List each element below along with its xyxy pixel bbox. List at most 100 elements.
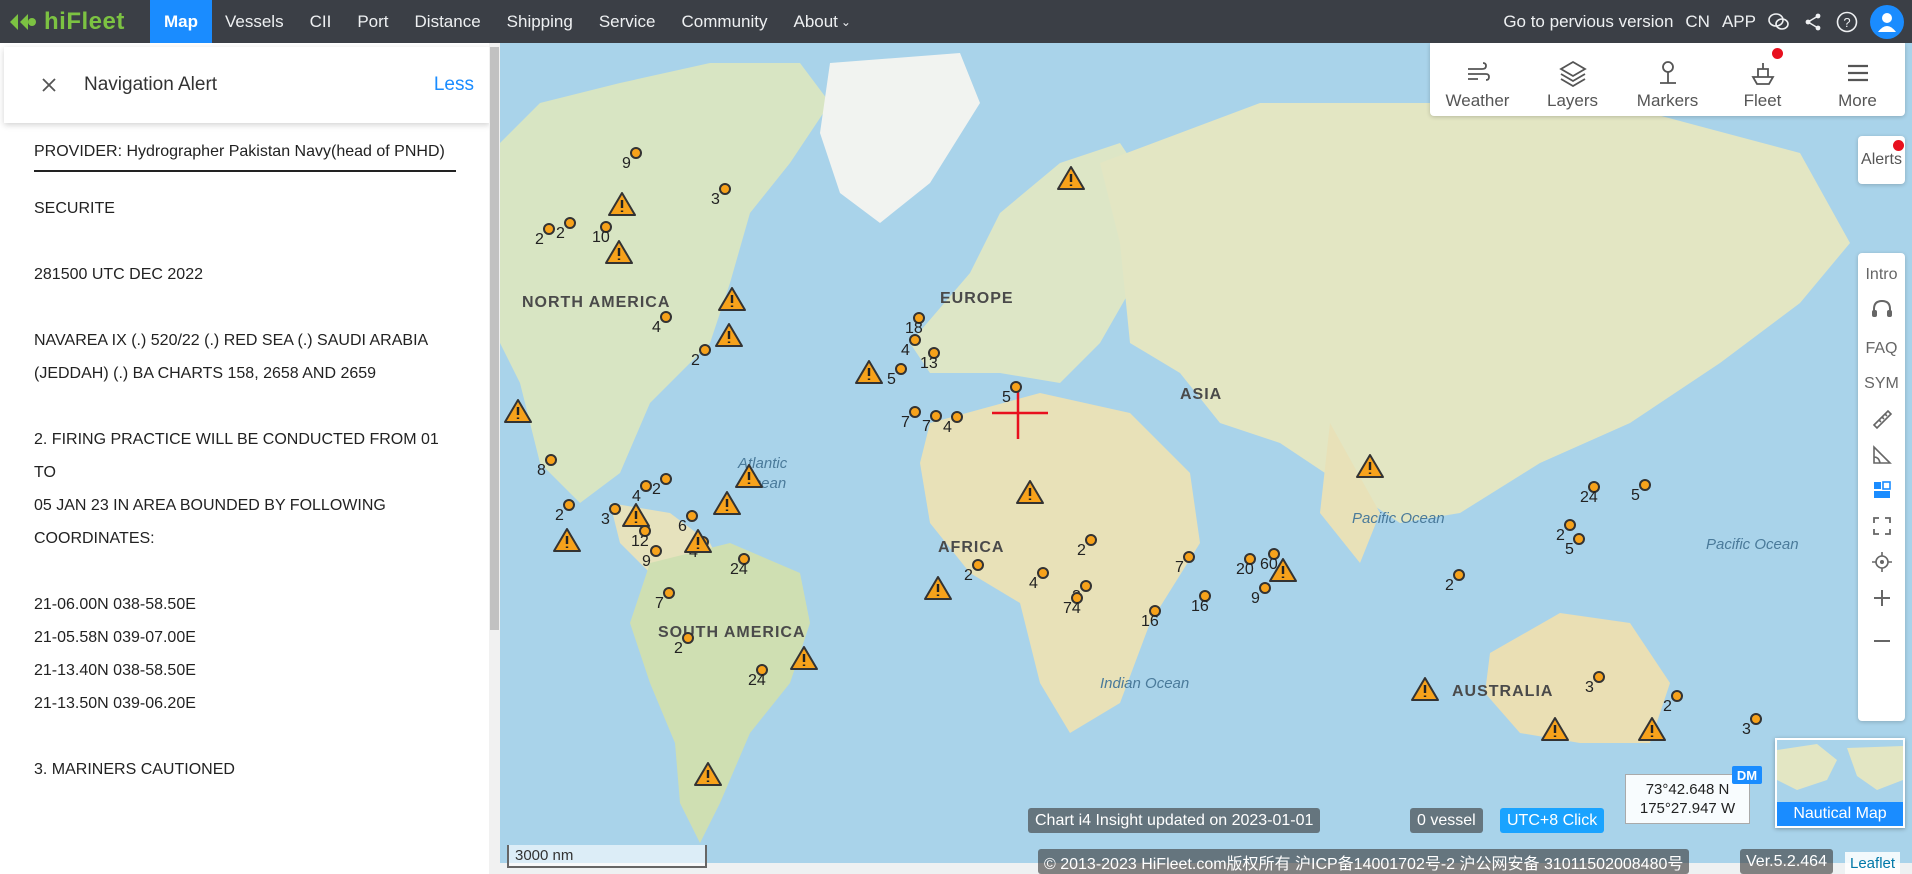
cluster-count[interactable]: 7	[1175, 559, 1184, 577]
close-icon[interactable]	[38, 74, 60, 96]
support-icon[interactable]	[1858, 288, 1905, 331]
cluster-pin[interactable]	[1453, 569, 1465, 581]
cluster-pin[interactable]	[909, 406, 921, 418]
cluster-pin[interactable]	[1639, 479, 1651, 491]
cluster-count[interactable]: 2	[535, 231, 544, 249]
zoom-out-icon[interactable]	[1858, 619, 1905, 662]
nautical-map-toggle[interactable]: Nautical Map	[1775, 738, 1905, 828]
cluster-count[interactable]: 5	[1565, 541, 1574, 559]
cluster-count[interactable]: 24	[1580, 489, 1598, 507]
markers-button[interactable]: Markers	[1620, 43, 1715, 116]
warning-icon[interactable]	[1056, 165, 1086, 191]
brand-logo[interactable]: hiFleet	[0, 0, 150, 43]
cluster-count[interactable]: 2	[691, 352, 700, 370]
warning-icon[interactable]	[1410, 676, 1440, 702]
less-button[interactable]: Less	[434, 74, 474, 96]
cluster-count[interactable]: 2	[1445, 577, 1454, 595]
world-map[interactable]: NORTH AMERICA SOUTH AMERICA EUROPE ASIA …	[500, 43, 1912, 874]
cluster-count[interactable]: 20	[1236, 561, 1254, 579]
cluster-count[interactable]: 16	[1191, 598, 1209, 616]
cluster-count[interactable]: 2	[1077, 542, 1086, 560]
cluster-pin[interactable]	[1593, 671, 1605, 683]
warning-icon[interactable]	[1355, 453, 1385, 479]
warning-icon[interactable]	[789, 645, 819, 671]
warning-icon[interactable]	[683, 528, 713, 554]
cluster-pin[interactable]	[663, 587, 675, 599]
more-button[interactable]: More	[1810, 43, 1905, 116]
cluster-pin[interactable]	[1259, 582, 1271, 594]
cluster-pin[interactable]	[1085, 534, 1097, 546]
cluster-pin[interactable]	[1183, 551, 1195, 563]
warning-icon[interactable]	[1637, 716, 1667, 742]
cluster-count[interactable]: 9	[622, 155, 631, 173]
nav-about[interactable]: About ⌄	[780, 0, 864, 43]
cluster-count[interactable]: 2	[1663, 698, 1672, 716]
warning-icon[interactable]	[1268, 557, 1298, 583]
cluster-pin[interactable]	[640, 480, 652, 492]
cluster-count[interactable]: 8	[537, 462, 546, 480]
cluster-count[interactable]: 3	[601, 511, 610, 529]
cluster-pin[interactable]	[930, 410, 942, 422]
cluster-pin[interactable]	[650, 545, 662, 557]
warning-icon[interactable]	[854, 359, 884, 385]
fleet-button[interactable]: Fleet	[1715, 43, 1810, 116]
cluster-pin[interactable]	[1564, 519, 1576, 531]
cluster-pin[interactable]	[719, 183, 731, 195]
warning-icon[interactable]	[923, 575, 953, 601]
cluster-pin[interactable]	[1080, 580, 1092, 592]
warning-icon[interactable]	[1540, 716, 1570, 742]
cluster-count[interactable]: 2	[674, 640, 683, 658]
cluster-count[interactable]: 9	[642, 553, 651, 571]
cluster-pin[interactable]	[1750, 713, 1762, 725]
warning-icon[interactable]	[607, 191, 637, 217]
wechat-icon[interactable]	[1768, 11, 1790, 33]
cluster-pin[interactable]	[543, 223, 555, 235]
vessel-count-chip[interactable]: 0 vessel	[1410, 808, 1483, 833]
cluster-count[interactable]: 7	[901, 414, 910, 432]
scrollbar-thumb[interactable]	[490, 47, 499, 630]
cluster-count[interactable]: 4	[652, 319, 661, 337]
cluster-pin[interactable]	[699, 344, 711, 356]
cluster-count[interactable]: 4	[1029, 575, 1038, 593]
help-icon[interactable]: ?	[1836, 11, 1858, 33]
cluster-count[interactable]: 2	[964, 567, 973, 585]
nav-community[interactable]: Community	[669, 0, 781, 43]
cluster-count[interactable]: 24	[730, 561, 748, 579]
coord-format-toggle[interactable]: DM	[1732, 766, 1762, 784]
nav-vessels[interactable]: Vessels	[212, 0, 297, 43]
nav-port[interactable]: Port	[344, 0, 401, 43]
cluster-count[interactable]: 3	[711, 191, 720, 209]
cluster-pin[interactable]	[1573, 533, 1585, 545]
cluster-count[interactable]: 5	[887, 371, 896, 389]
warning-icon[interactable]	[712, 490, 742, 516]
cluster-pin[interactable]	[630, 147, 642, 159]
warning-icon[interactable]	[693, 761, 723, 787]
cluster-pin[interactable]	[660, 473, 672, 485]
cluster-count[interactable]: 7	[922, 418, 931, 436]
cluster-count[interactable]: 3	[1585, 679, 1594, 697]
cluster-count[interactable]: 74	[1063, 600, 1081, 618]
zoom-in-icon[interactable]	[1858, 576, 1905, 619]
cluster-count[interactable]: 24	[748, 672, 766, 690]
cluster-count[interactable]: 5	[1631, 487, 1640, 505]
cluster-count[interactable]: 13	[920, 355, 938, 373]
app-link[interactable]: APP	[1722, 12, 1756, 32]
alerts-button[interactable]: Alerts	[1858, 136, 1905, 184]
nav-shipping[interactable]: Shipping	[494, 0, 586, 43]
cluster-pin[interactable]	[609, 503, 621, 515]
warning-icon[interactable]	[1015, 479, 1045, 505]
cluster-pin[interactable]	[1037, 567, 1049, 579]
cluster-pin[interactable]	[682, 632, 694, 644]
warning-icon[interactable]	[621, 502, 651, 528]
share-icon[interactable]	[1802, 11, 1824, 33]
weather-button[interactable]: Weather	[1430, 43, 1525, 116]
cluster-pin[interactable]	[564, 217, 576, 229]
nav-service[interactable]: Service	[586, 0, 669, 43]
cluster-pin[interactable]	[909, 334, 921, 346]
cluster-count[interactable]: 2	[556, 225, 565, 243]
cluster-pin[interactable]	[1671, 690, 1683, 702]
timezone-chip[interactable]: UTC+8 Click	[1500, 808, 1605, 833]
warning-icon[interactable]	[503, 398, 533, 424]
cluster-pin[interactable]	[951, 411, 963, 423]
previous-version-link[interactable]: Go to pervious version	[1503, 12, 1673, 32]
